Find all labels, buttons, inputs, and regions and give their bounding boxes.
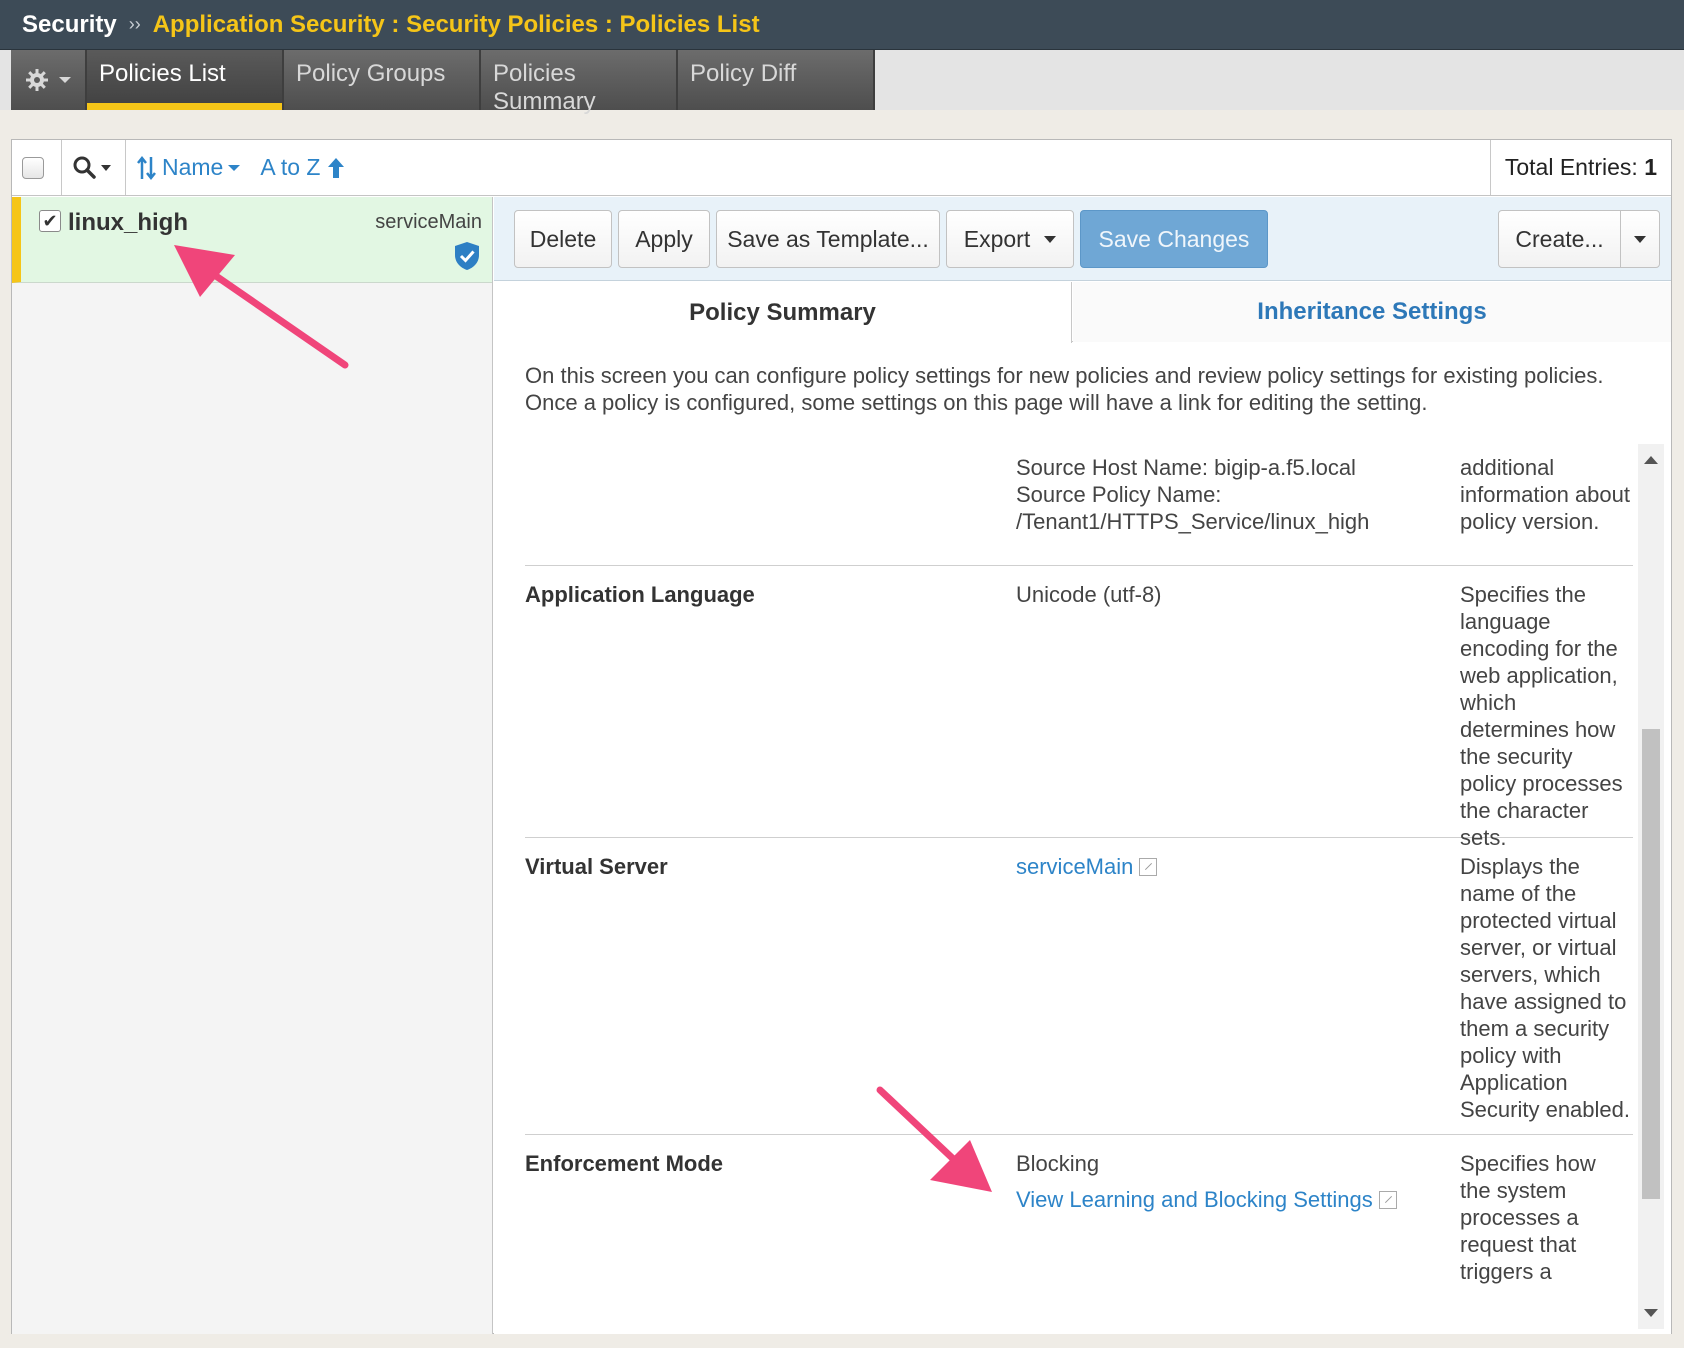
breadcrumb-root[interactable]: Security xyxy=(22,11,117,39)
tab-label: Policy Groups xyxy=(296,60,446,87)
sort-field-dropdown[interactable]: Name xyxy=(162,154,223,181)
table-row: Application Language Unicode (utf-8) Spe… xyxy=(525,567,1633,850)
virtual-server-link[interactable]: serviceMain xyxy=(1016,854,1133,879)
row-label: Application Language xyxy=(525,582,755,607)
enforcement-mode-value: Blocking xyxy=(1016,1151,1100,1176)
policy-name[interactable]: linux_high xyxy=(68,209,188,237)
policy-checkbox[interactable]: ✔ xyxy=(39,210,61,232)
save-as-template-button[interactable]: Save as Template... xyxy=(716,210,940,268)
chevron-down-icon xyxy=(59,77,71,83)
tab-policies-list[interactable]: Policies List xyxy=(87,50,284,110)
scroll-up-arrow[interactable] xyxy=(1644,456,1658,464)
policy-list: ✔ linux_high serviceMain xyxy=(12,197,493,1334)
row-help: Specifies how the system processes a req… xyxy=(1460,1151,1596,1284)
policies-panel: Name A to Z Total Entries: 1 ✔ linux_hig… xyxy=(11,139,1672,1334)
search-button[interactable] xyxy=(62,140,126,195)
gear-menu-button[interactable] xyxy=(11,50,87,110)
export-label: Export xyxy=(963,225,1031,252)
row-help: Specifies the language encoding for the … xyxy=(1460,582,1623,850)
row-value: Unicode (utf-8) xyxy=(1016,582,1162,607)
create-menu-button[interactable] xyxy=(1620,210,1660,268)
action-toolbar: Delete Apply Save as Template... Export … xyxy=(494,197,1671,281)
tab-policies-summary[interactable]: Policies Summary xyxy=(481,50,678,115)
sort-icon xyxy=(137,155,156,180)
summary-tabs: Policy Summary Inheritance Settings xyxy=(494,282,1671,343)
export-button[interactable]: Export xyxy=(946,210,1074,268)
chevron-down-icon xyxy=(228,164,241,171)
scrollbar[interactable] xyxy=(1638,444,1664,1329)
total-entries-label: Total Entries: xyxy=(1504,154,1638,180)
tab-strip: Policies List Policy Groups Policies Sum… xyxy=(0,50,1684,115)
list-item[interactable]: ✔ linux_high serviceMain xyxy=(12,197,492,283)
save-changes-button[interactable]: Save Changes xyxy=(1080,210,1268,268)
tab-policy-groups[interactable]: Policy Groups xyxy=(284,50,481,110)
breadcrumb: Security ›› Application Security : Secur… xyxy=(0,0,1684,50)
tab-policy-diff[interactable]: Policy Diff xyxy=(678,50,875,110)
row-help: additional information about policy vers… xyxy=(1460,455,1630,534)
total-entries-count: 1 xyxy=(1644,154,1657,180)
scroll-down-arrow[interactable] xyxy=(1644,1309,1658,1317)
arrow-up-icon xyxy=(328,157,345,178)
shield-check-icon xyxy=(455,242,479,270)
view-learning-blocking-link[interactable]: View Learning and Blocking Settings xyxy=(1016,1187,1373,1212)
table-row: Enforcement Mode Blocking View Learning … xyxy=(525,1136,1633,1334)
row-value: Blocking View Learning and Blocking Sett… xyxy=(1016,1150,1436,1213)
row-help: Displays the name of the protected virtu… xyxy=(1460,854,1630,1122)
list-toolbar: Name A to Z Total Entries: 1 xyxy=(12,140,1671,196)
scrollbar-thumb[interactable] xyxy=(1642,729,1660,1199)
search-icon xyxy=(73,156,96,179)
chevron-down-icon xyxy=(101,164,111,171)
external-link-icon[interactable] xyxy=(1139,858,1158,876)
sort-order-toggle[interactable]: A to Z xyxy=(260,154,320,181)
source-policy-path: /Tenant1/HTTPS_Service/linux_high xyxy=(1016,509,1370,534)
tab-label: Policy Diff xyxy=(690,60,797,87)
tab-bar: Policies List Policy Groups Policies Sum… xyxy=(11,50,875,115)
tab-label: Policies Summary xyxy=(493,60,596,115)
summary-table: Source Host Name: bigip-a.f5.local Sourc… xyxy=(525,444,1633,1334)
chevron-down-icon xyxy=(1044,235,1057,243)
tab-label: Policies List xyxy=(99,60,226,87)
create-button[interactable]: Create... xyxy=(1498,210,1621,268)
chevron-down-icon xyxy=(1634,235,1646,243)
table-row: Source Host Name: bigip-a.f5.local Sourc… xyxy=(525,444,1633,566)
source-host: Source Host Name: bigip-a.f5.local xyxy=(1016,455,1356,480)
row-label: Enforcement Mode xyxy=(525,1151,724,1176)
row-value: serviceMain xyxy=(1016,853,1416,880)
total-entries: Total Entries: 1 xyxy=(1489,140,1671,195)
source-policy-name-label: Source Policy Name: xyxy=(1016,482,1222,507)
policy-details: Delete Apply Save as Template... Export … xyxy=(494,197,1671,1334)
select-all-checkbox[interactable] xyxy=(22,156,44,179)
select-all-cell xyxy=(12,140,62,195)
tab-policy-summary[interactable]: Policy Summary xyxy=(494,282,1072,343)
intro-text: On this screen you can configure policy … xyxy=(525,363,1604,415)
breadcrumb-separator: ›› xyxy=(128,14,141,34)
row-label: Virtual Server xyxy=(525,854,668,879)
table-row: Virtual Server serviceMain Displays the … xyxy=(525,839,1633,1135)
tab-inheritance-settings[interactable]: Inheritance Settings xyxy=(1073,282,1671,342)
external-link-icon[interactable] xyxy=(1378,1191,1397,1209)
delete-button[interactable]: Delete xyxy=(514,210,612,268)
apply-button[interactable]: Apply xyxy=(618,210,710,268)
breadcrumb-path: Application Security : Security Policies… xyxy=(152,10,760,38)
sort-controls: Name A to Z xyxy=(126,140,356,195)
policy-virtual-server: serviceMain xyxy=(375,211,482,233)
row-value: Source Host Name: bigip-a.f5.local Sourc… xyxy=(1016,454,1416,535)
gear-icon xyxy=(26,69,48,91)
